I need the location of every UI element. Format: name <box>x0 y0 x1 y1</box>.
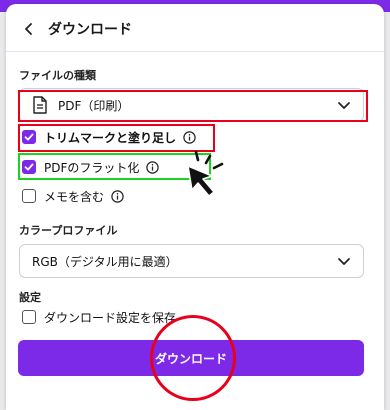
header-divider <box>6 51 384 52</box>
chevron-down-icon <box>338 258 350 265</box>
info-icon[interactable] <box>111 189 124 203</box>
option-include-notes[interactable]: メモを含む <box>22 186 124 206</box>
color-profile-value: RGB（デジタル用に最適） <box>32 254 178 269</box>
save-settings-label: ダウンロード設定を保存 <box>44 310 177 325</box>
download-button[interactable]: ダウンロード <box>18 340 364 376</box>
settings-label: 設定 <box>19 291 41 304</box>
checkmark-icon <box>24 163 34 171</box>
download-button-label: ダウンロード <box>154 351 227 366</box>
info-icon[interactable] <box>183 130 196 144</box>
trim-marks-label: トリムマークと塗り足し <box>44 130 177 145</box>
chevron-left-icon <box>25 23 32 35</box>
chevron-down-icon <box>338 102 350 109</box>
checkmark-icon <box>24 133 34 141</box>
color-profile-select[interactable]: RGB（デジタル用に最適） <box>19 244 364 278</box>
option-save-settings[interactable]: ダウンロード設定を保存 <box>22 307 176 327</box>
panel-title: ダウンロード <box>48 22 132 38</box>
panel-header: ダウンロード <box>18 16 132 42</box>
include-notes-checkbox[interactable] <box>22 189 36 203</box>
back-button[interactable] <box>18 18 40 40</box>
trim-marks-checkbox[interactable] <box>22 130 36 144</box>
document-icon <box>33 96 47 114</box>
flatten-pdf-checkbox[interactable] <box>22 160 36 174</box>
save-settings-checkbox[interactable] <box>22 310 36 324</box>
file-type-value: PDF（印刷） <box>58 98 130 113</box>
file-type-label: ファイルの種類 <box>19 69 96 82</box>
include-notes-label: メモを含む <box>44 189 105 204</box>
color-profile-label: カラープロファイル <box>19 224 118 237</box>
info-icon[interactable] <box>146 160 160 174</box>
file-type-select[interactable]: PDF（印刷） <box>19 88 364 122</box>
option-flatten-pdf[interactable]: PDFのフラット化 <box>22 157 160 177</box>
option-trim-marks[interactable]: トリムマークと塗り足し <box>22 127 196 147</box>
cursor-arrow-icon <box>187 150 224 197</box>
flatten-pdf-label: PDFのフラット化 <box>44 160 140 175</box>
